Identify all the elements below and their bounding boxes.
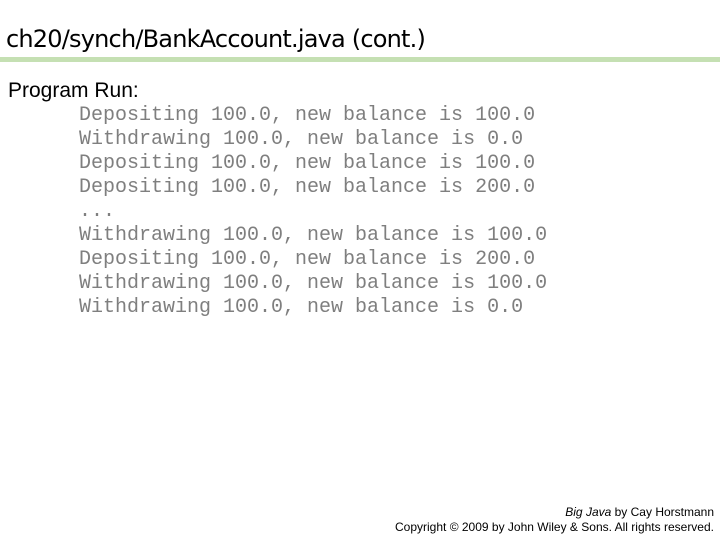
title-divider bbox=[0, 57, 720, 62]
footer-copyright: Copyright © 2009 by John Wiley & Sons. A… bbox=[395, 520, 714, 534]
program-output: Depositing 100.0, new balance is 100.0 W… bbox=[79, 104, 547, 320]
slide-title: ch20/synch/BankAccount.java (cont.) bbox=[6, 25, 426, 53]
output-line: Withdrawing 100.0, new balance is 0.0 bbox=[79, 128, 524, 151]
output-line: Depositing 100.0, new balance is 100.0 bbox=[79, 152, 536, 175]
output-line: Withdrawing 100.0, new balance is 100.0 bbox=[79, 224, 548, 247]
output-line: Depositing 100.0, new balance is 200.0 bbox=[79, 176, 536, 199]
footer-credit: Big Java by Cay Horstmann bbox=[395, 505, 714, 520]
output-line: Depositing 100.0, new balance is 200.0 bbox=[79, 248, 536, 271]
book-title: Big Java bbox=[565, 505, 612, 519]
footer: Big Java by Cay Horstmann Copyright © 20… bbox=[395, 505, 714, 535]
footer-byline: by Cay Horstmann bbox=[611, 505, 714, 519]
output-line: Withdrawing 100.0, new balance is 0.0 bbox=[79, 296, 524, 319]
output-ellipsis: ... bbox=[79, 200, 116, 223]
section-label: Program Run: bbox=[8, 79, 139, 102]
output-line: Depositing 100.0, new balance is 100.0 bbox=[79, 104, 536, 127]
output-line: Withdrawing 100.0, new balance is 100.0 bbox=[79, 272, 548, 295]
